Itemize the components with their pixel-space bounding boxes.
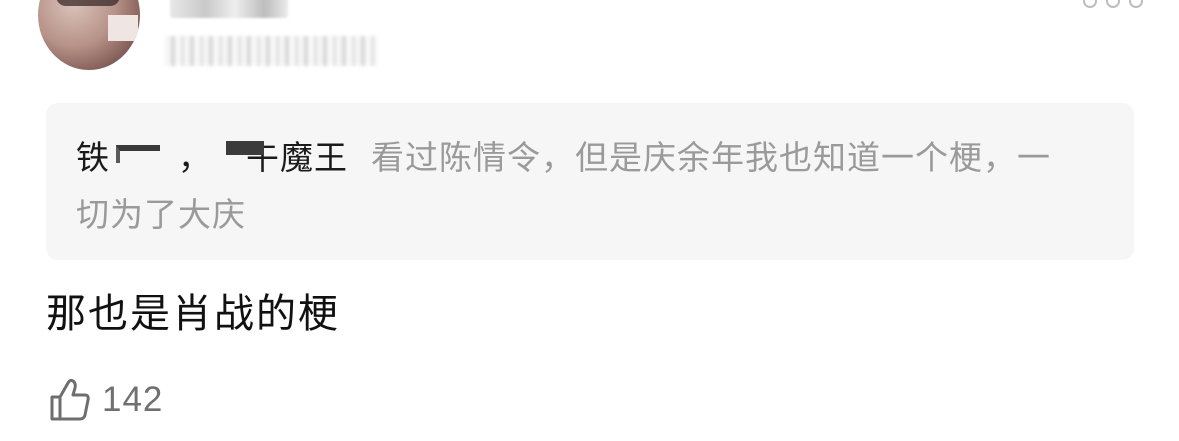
quoted-comment-body: 铁 ， 午魔王 看过陈情令，但是庆余年我也知道一个梗，一切为了大庆 — [76, 129, 1076, 243]
more-dot-icon — [1106, 0, 1120, 8]
like-button[interactable]: 142 — [46, 372, 163, 428]
more-dot-icon — [1083, 0, 1097, 8]
avatar[interactable] — [38, 0, 140, 70]
more-dot-icon — [1129, 0, 1143, 8]
quoted-comment[interactable]: 铁 ， 午魔王 看过陈情令，但是庆余年我也知道一个梗，一切为了大庆 — [46, 103, 1134, 260]
thumbs-up-icon — [50, 378, 90, 421]
reply-text: 那也是肖战的梗 — [46, 291, 340, 337]
author-redaction — [226, 141, 264, 155]
username-redacted[interactable] — [170, 0, 288, 18]
comment-meta-redacted — [165, 36, 377, 66]
like-count: 142 — [102, 380, 164, 419]
avatar-hair — [56, 0, 120, 6]
avatar-redaction — [108, 15, 138, 41]
quoted-comment-author[interactable]: 铁 ， 午魔王 — [76, 138, 348, 177]
author-redaction — [116, 145, 160, 163]
more-options-button[interactable] — [1083, 0, 1143, 8]
